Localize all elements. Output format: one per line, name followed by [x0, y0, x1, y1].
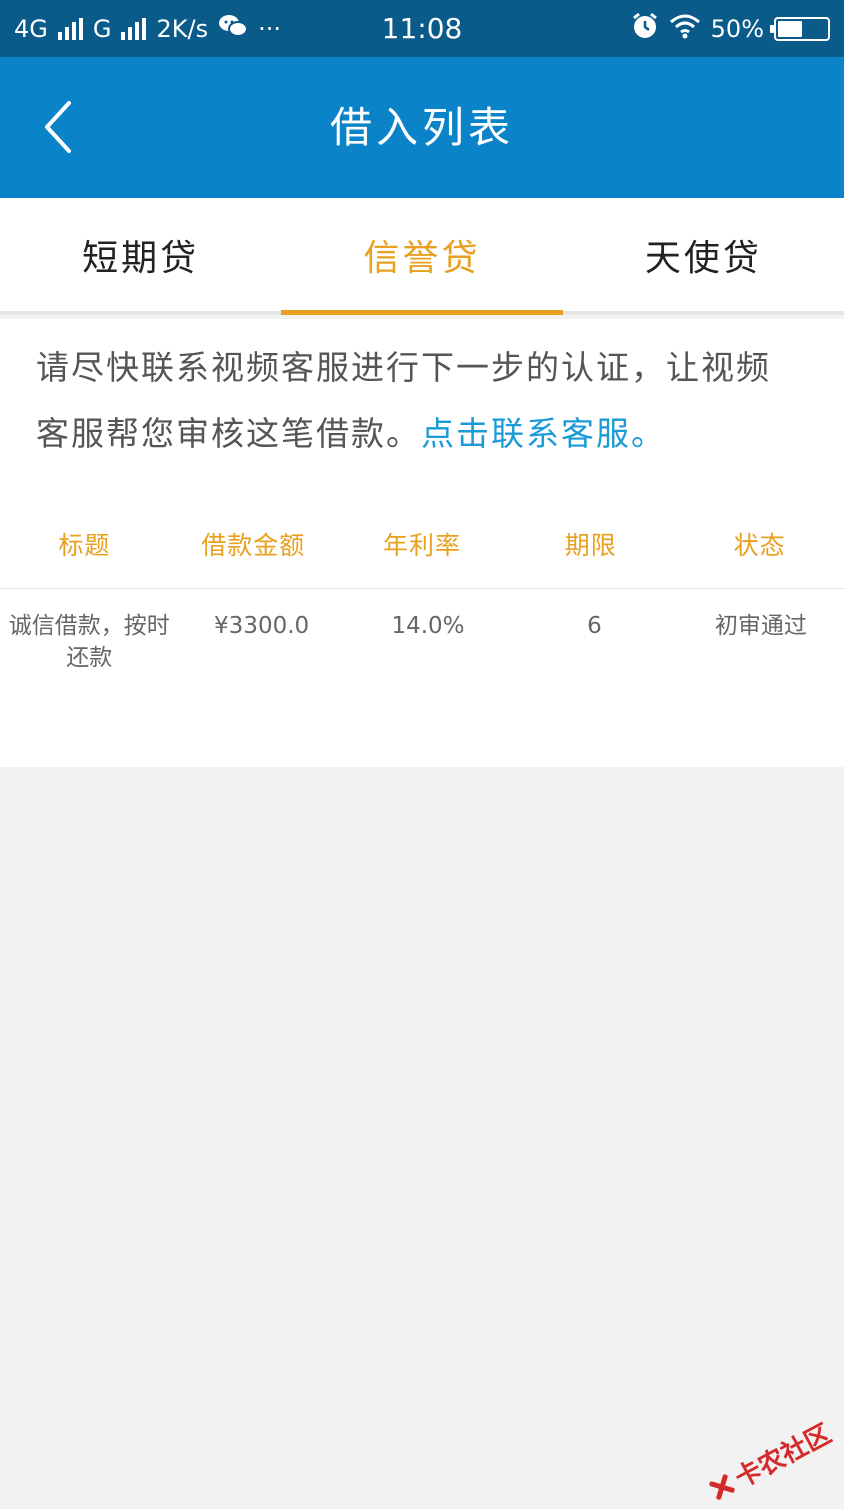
cell-rate: 14.0% — [345, 590, 511, 700]
watermark: 卡农社区 — [701, 1414, 837, 1509]
tab-angel-loan[interactable]: 天使贷 — [563, 198, 844, 311]
network-type-2: G — [93, 15, 112, 43]
status-bar: 4G G 2K/s ··· 11:08 — [0, 0, 844, 57]
loan-list-content: 请尽快联系视频客服进行下一步的认证，让视频客服帮您审核这笔借款。点击联系客服。 … — [0, 319, 844, 767]
page-title: 借入列表 — [0, 57, 844, 198]
signal-icon — [58, 18, 83, 40]
cell-status: 初审通过 — [678, 590, 844, 700]
status-right: 50% — [631, 12, 830, 46]
watermark-text: 卡农社区 — [728, 1414, 837, 1496]
header-amount: 借款金额 — [169, 499, 338, 588]
header-term: 期限 — [506, 499, 675, 588]
more-notifications-icon: ··· — [258, 15, 281, 43]
tab-short-term-loan[interactable]: 短期贷 — [0, 198, 281, 311]
tab-credit-loan[interactable]: 信誉贷 — [281, 198, 562, 311]
cell-title: 诚信借款，按时还款 — [0, 590, 178, 700]
verification-notice: 请尽快联系视频客服进行下一步的认证，让视频客服帮您审核这笔借款。点击联系客服。 — [0, 319, 844, 467]
wifi-icon — [669, 13, 701, 45]
header-title: 标题 — [0, 499, 169, 588]
signal-icon-2 — [121, 18, 146, 40]
table-row[interactable]: 诚信借款，按时还款 ¥3300.0 14.0% 6 初审通过 — [0, 590, 844, 700]
network-speed: 2K/s — [156, 15, 208, 43]
loan-type-tabs: 短期贷 信誉贷 天使贷 — [0, 198, 844, 315]
cell-amount: ¥3300.0 — [178, 590, 344, 700]
app-header: 借入列表 — [0, 57, 844, 198]
back-button[interactable] — [28, 95, 88, 159]
status-left: 4G G 2K/s ··· — [14, 13, 281, 45]
header-status: 状态 — [675, 499, 844, 588]
battery-icon — [774, 17, 830, 41]
table-header: 标题 借款金额 年利率 期限 状态 — [0, 499, 844, 589]
back-arrow-icon — [41, 99, 75, 155]
contact-service-link[interactable]: 点击联系客服。 — [421, 414, 666, 453]
header-rate: 年利率 — [338, 499, 507, 588]
cell-term: 6 — [511, 590, 677, 700]
wechat-icon — [218, 13, 248, 45]
network-type-1: 4G — [14, 15, 48, 43]
battery-percent: 50% — [711, 15, 764, 43]
alarm-icon — [631, 12, 659, 46]
